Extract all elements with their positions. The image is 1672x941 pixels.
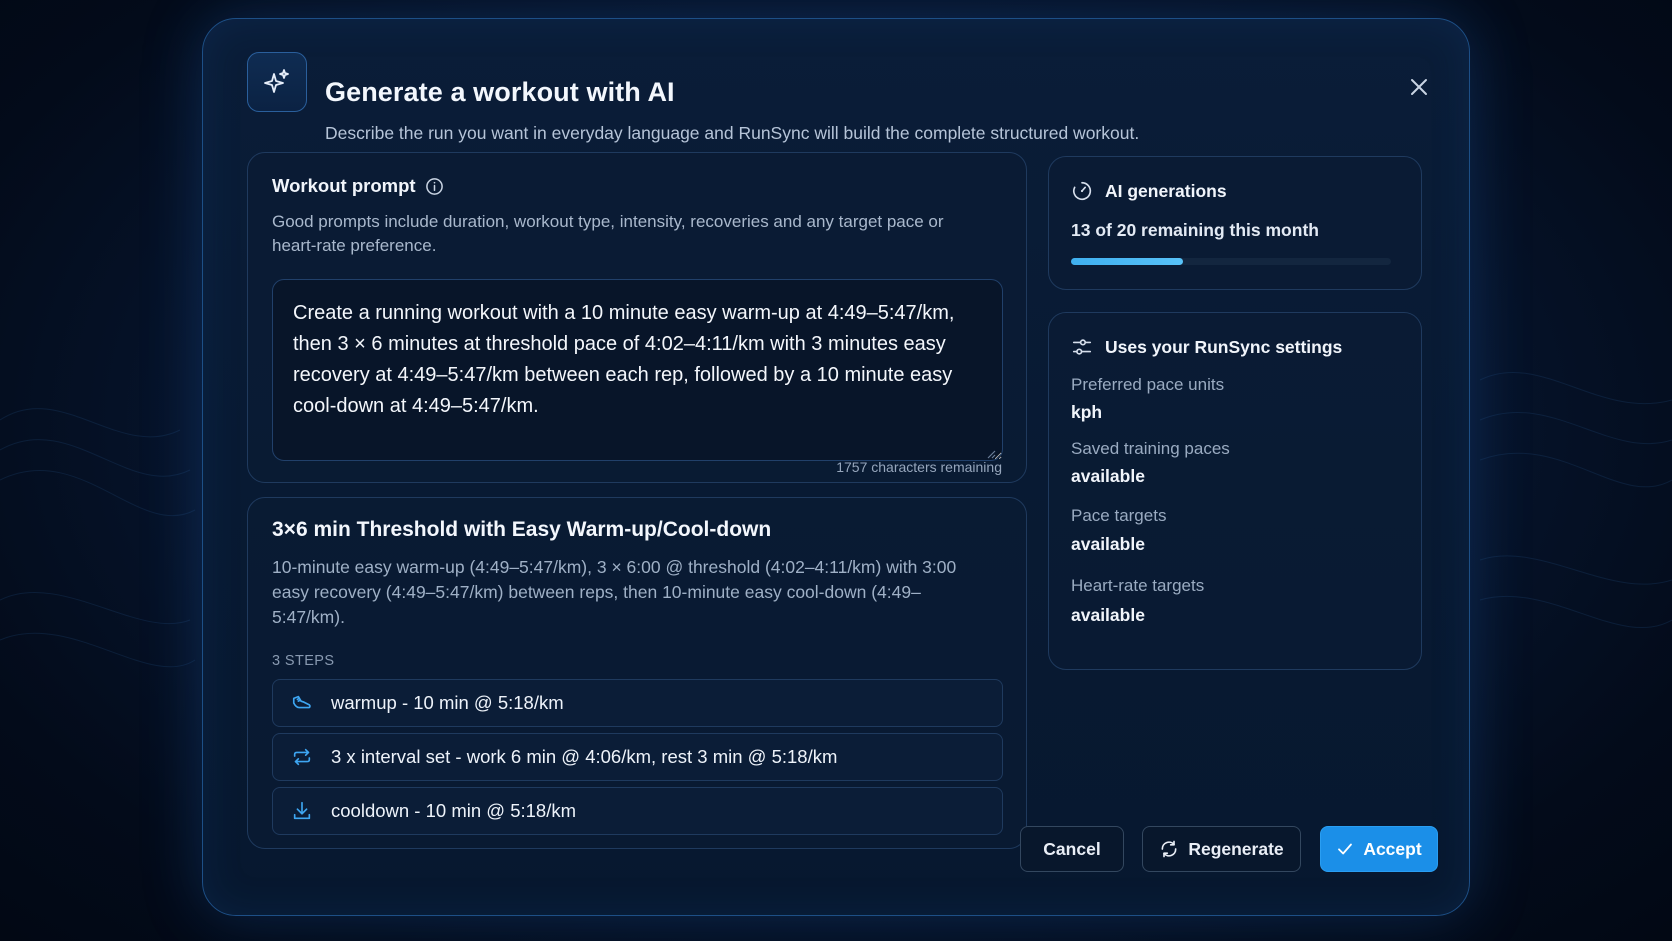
setting-label-pace-units: Preferred pace units xyxy=(1071,375,1225,394)
close-button[interactable] xyxy=(1403,71,1435,103)
workout-description: 10-minute easy warm-up (4:49–5:47/km), 3… xyxy=(272,557,957,627)
prompt-label-row: Workout prompt xyxy=(272,175,444,197)
gauge-icon xyxy=(1073,181,1092,201)
setting-label-training-paces: Saved training paces xyxy=(1071,439,1230,458)
setting-label-heart-rate-targets: Heart-rate targets xyxy=(1071,576,1205,595)
generations-progress-fill xyxy=(1071,258,1183,265)
step-label: warmup - 10 min @ 5:18/km xyxy=(331,692,564,713)
accept-button[interactable]: Accept xyxy=(1320,826,1438,872)
resize-handle-icon[interactable] xyxy=(986,449,996,459)
characters-remaining: 1757 characters remaining xyxy=(836,459,1002,475)
workout-preview-card: 3×6 min Threshold with Easy Warm-up/Cool… xyxy=(247,497,1027,849)
download-icon xyxy=(273,800,331,822)
step-cooldown[interactable]: cooldown - 10 min @ 5:18/km xyxy=(272,787,1003,835)
cancel-label: Cancel xyxy=(1043,838,1101,859)
prompt-label: Workout prompt xyxy=(272,175,416,196)
step-warmup[interactable]: warmup - 10 min @ 5:18/km xyxy=(272,679,1003,727)
ai-generations-card: AI generations 13 of 20 remaining this m… xyxy=(1048,156,1422,290)
setting-value-pace-targets: available xyxy=(1071,534,1145,554)
workout-prompt-input[interactable]: Create a running workout with a 10 minut… xyxy=(272,279,1003,461)
shoe-icon xyxy=(273,692,331,714)
prompt-hint: Good prompts include duration, workout t… xyxy=(272,212,944,255)
runsync-settings-card: Uses your RunSync settings Preferred pac… xyxy=(1048,312,1422,670)
setting-label-pace-targets: Pace targets xyxy=(1071,506,1167,525)
settings-header: Uses your RunSync settings xyxy=(1071,336,1342,358)
repeat-icon xyxy=(273,746,331,768)
steps-count: 3 STEPS xyxy=(272,653,335,669)
generate-workout-dialog: Generate a workout with AI Describe the … xyxy=(202,18,1470,916)
workout-title: 3×6 min Threshold with Easy Warm-up/Cool… xyxy=(272,518,772,541)
setting-value-pace-units: kph xyxy=(1071,402,1103,422)
sparkles-icon xyxy=(247,52,307,112)
prompt-card: Workout prompt Good prompts include dura… xyxy=(247,152,1027,483)
accept-label: Accept xyxy=(1363,838,1422,859)
check-icon xyxy=(1338,843,1353,855)
info-icon[interactable] xyxy=(425,177,444,196)
regenerate-label: Regenerate xyxy=(1188,838,1284,859)
close-icon[interactable] xyxy=(1409,77,1429,97)
sliders-icon xyxy=(1072,339,1092,355)
step-interval-set[interactable]: 3 x interval set - work 6 min @ 4:06/km,… xyxy=(272,733,1003,781)
regenerate-button[interactable]: Regenerate xyxy=(1142,826,1301,872)
generations-progress-bar xyxy=(1071,258,1391,265)
step-label: cooldown - 10 min @ 5:18/km xyxy=(331,800,576,821)
generations-remaining: 13 of 20 remaining this month xyxy=(1071,220,1319,240)
ai-generations-header: AI generations xyxy=(1071,180,1227,202)
setting-value-training-paces: available xyxy=(1071,466,1145,486)
dialog-subtitle: Describe the run you want in everyday la… xyxy=(325,123,1140,143)
step-label: 3 x interval set - work 6 min @ 4:06/km,… xyxy=(331,746,838,767)
cancel-button[interactable]: Cancel xyxy=(1020,826,1124,872)
setting-value-heart-rate-targets: available xyxy=(1071,605,1145,625)
dialog-title: Generate a workout with AI xyxy=(325,77,675,107)
settings-title: Uses your RunSync settings xyxy=(1105,336,1343,357)
ai-generations-title: AI generations xyxy=(1105,180,1227,201)
refresh-icon xyxy=(1161,840,1177,858)
